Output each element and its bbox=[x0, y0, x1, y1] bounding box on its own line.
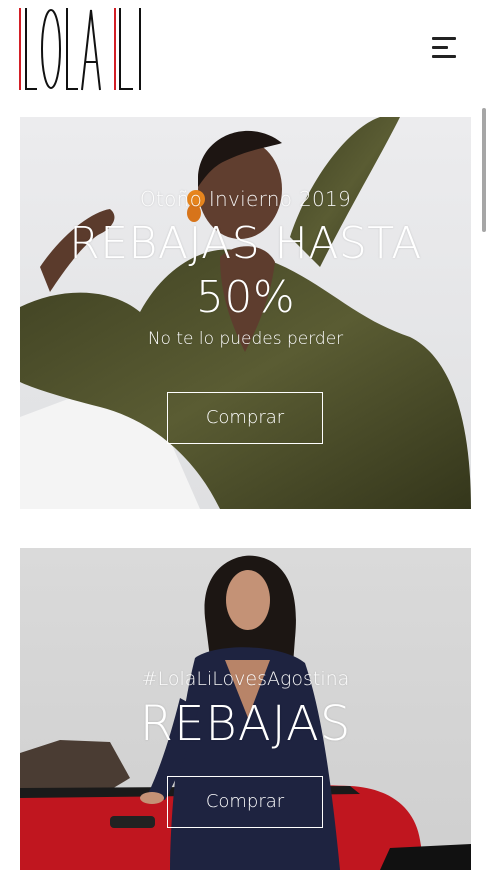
promo-banner-sale[interactable]: Otoño Invierno 2019 REBAJAS HASTA 50% No… bbox=[20, 117, 471, 509]
scrollbar-thumb[interactable] bbox=[482, 108, 486, 232]
banner-kicker: Otoño Invierno 2019 bbox=[139, 187, 352, 211]
banner-kicker: #LolaLiLovesAgostina bbox=[141, 668, 350, 690]
banner-headline-line: REBAJAS HASTA bbox=[69, 218, 422, 269]
promo-banner-campaign[interactable]: #LolaLiLovesAgostina REBAJAS Comprar bbox=[20, 548, 471, 870]
site-header bbox=[0, 0, 490, 100]
banner-subtitle: No te lo puedes perder bbox=[147, 329, 344, 349]
comprar-button[interactable]: Comprar bbox=[167, 392, 323, 444]
hamburger-menu-icon[interactable] bbox=[424, 30, 466, 64]
banner-headline-line: 50% bbox=[195, 272, 296, 323]
lola-li-logo-mark bbox=[19, 8, 141, 91]
banner-headline: REBAJAS bbox=[139, 696, 352, 752]
banner-headline: REBAJAS HASTA 50% bbox=[20, 217, 471, 325]
comprar-button[interactable]: Comprar bbox=[167, 776, 323, 828]
lola-li-logo[interactable] bbox=[18, 8, 148, 92]
